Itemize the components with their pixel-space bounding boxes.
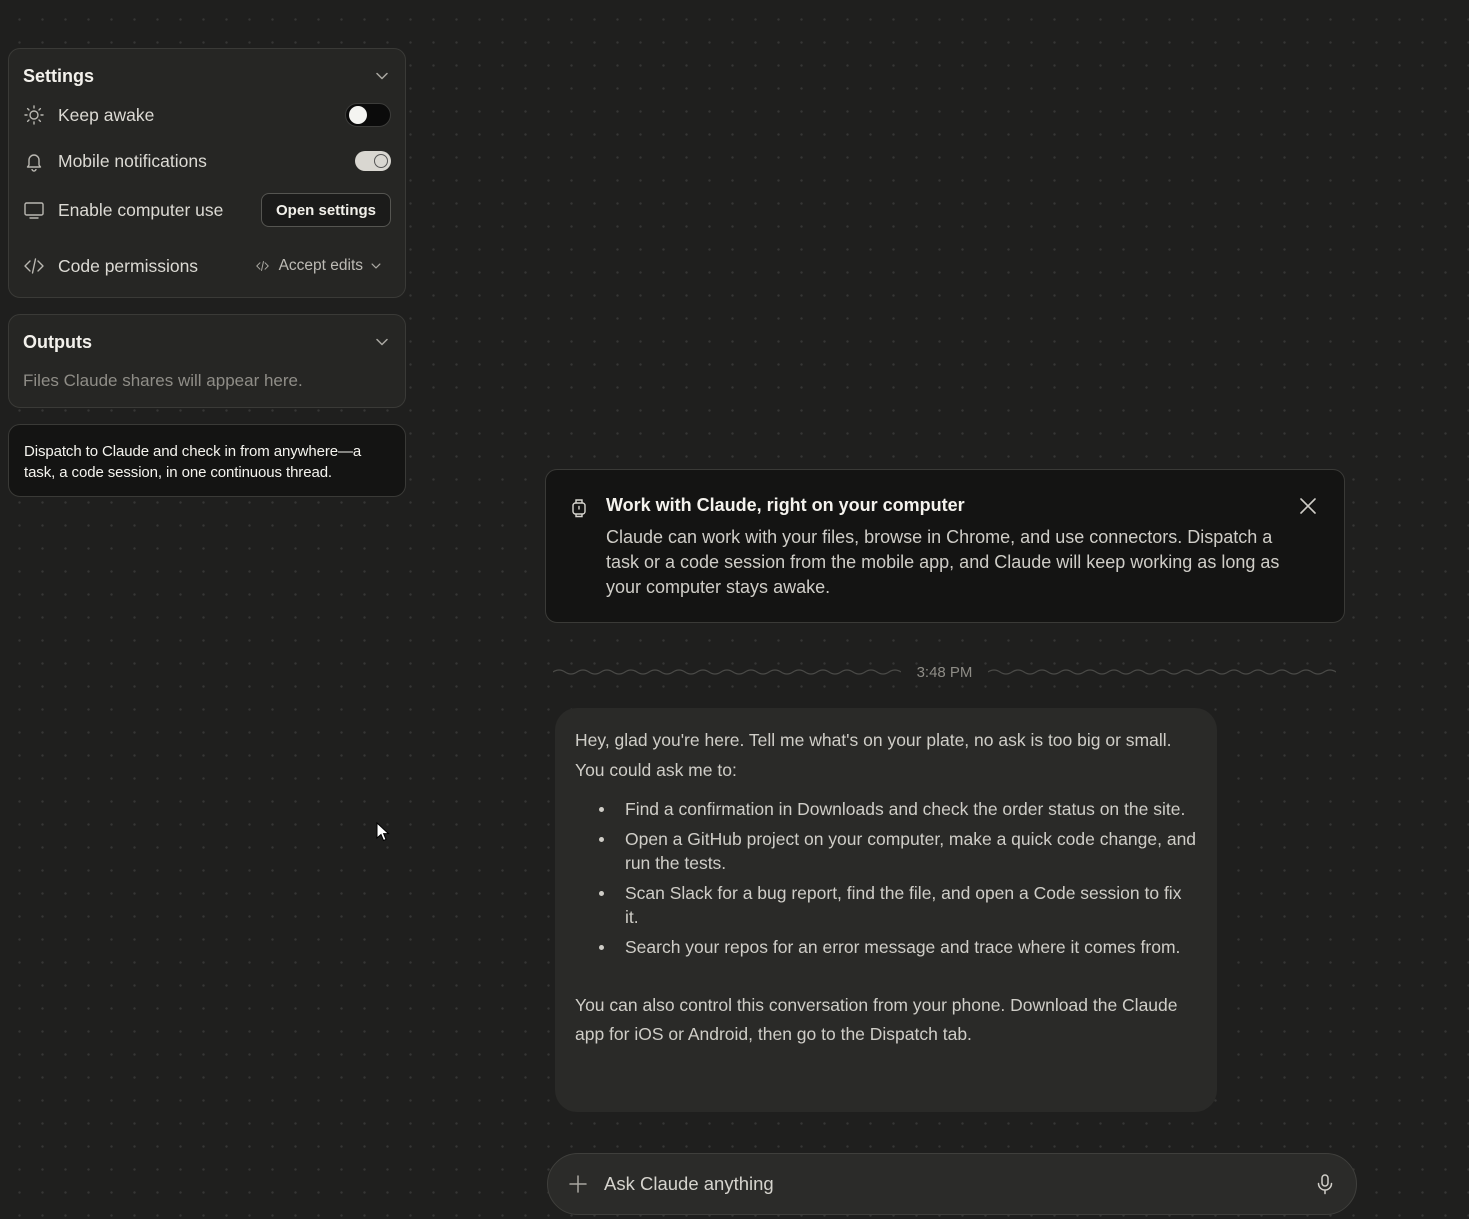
chevron-down-icon[interactable] (373, 333, 391, 351)
composer-input[interactable]: Ask Claude anything (604, 1173, 1314, 1195)
code-permissions-label: Code permissions (58, 255, 199, 276)
microphone-icon[interactable] (1314, 1173, 1336, 1195)
outputs-empty-text: Files Claude shares will appear here. (23, 371, 303, 390)
monitor-icon (24, 202, 44, 219)
sun-icon (24, 105, 44, 125)
chevron-down-icon[interactable] (373, 67, 391, 85)
chevron-down-icon (371, 263, 381, 269)
composer[interactable]: Ask Claude anything (547, 1153, 1357, 1215)
wavy-divider (988, 669, 1336, 675)
suggestion-list: Find a confirmation in Downloads and che… (599, 797, 1197, 959)
plus-icon[interactable] (568, 1174, 588, 1194)
mouse-cursor-icon (376, 822, 390, 842)
computer-use-label: Enable computer use (58, 199, 224, 220)
code-permissions-select[interactable]: Accept edits (254, 257, 383, 275)
info-banner: Work with Claude, right on your computer… (545, 469, 1345, 623)
outputs-header[interactable]: Outputs (23, 331, 391, 353)
mobile-notifications-row: Mobile notifications (23, 146, 391, 176)
time-separator: 3:48 PM (553, 660, 1336, 684)
keep-awake-label: Keep awake (58, 104, 155, 125)
mobile-notifications-label: Mobile notifications (58, 150, 207, 171)
bell-icon (26, 154, 42, 172)
list-item: Scan Slack for a bug report, find the fi… (599, 881, 1197, 929)
banner-title: Work with Claude, right on your computer (606, 495, 965, 515)
computer-use-row: Enable computer use Open settings (23, 193, 391, 227)
settings-title: Settings (23, 65, 95, 86)
banner-text: Claude can work with your files, browse … (606, 527, 1280, 597)
keep-awake-toggle[interactable] (345, 103, 391, 127)
assistant-message: Hey, glad you're here. Tell me what's on… (555, 708, 1217, 1112)
settings-panel: Settings Keep awake Mobile notifications (8, 48, 406, 298)
close-icon[interactable] (1298, 496, 1318, 516)
toggle-knob (374, 154, 388, 168)
keep-awake-row: Keep awake (23, 100, 391, 130)
list-item: Search your repos for an error message a… (599, 935, 1197, 959)
mobile-notifications-toggle[interactable] (355, 151, 391, 171)
code-permissions-row: Code permissions Accept edits (23, 251, 391, 281)
message-outro: You can also control this conversation f… (575, 995, 1178, 1044)
watch-icon (572, 499, 586, 518)
code-permissions-value: Accept edits (278, 257, 363, 274)
toggle-knob (349, 106, 367, 124)
code-icon (255, 261, 269, 271)
open-settings-button[interactable]: Open settings (260, 193, 391, 227)
outputs-title: Outputs (23, 331, 92, 352)
dispatch-hint: Dispatch to Claude and check in from any… (8, 424, 406, 497)
list-item: Open a GitHub project on your computer, … (599, 829, 1197, 873)
code-icon (24, 258, 44, 274)
message-intro: Hey, glad you're here. Tell me what's on… (575, 730, 1172, 780)
list-item: Find a confirmation in Downloads and che… (599, 797, 1197, 821)
settings-header[interactable]: Settings (23, 65, 391, 87)
outputs-panel: Outputs Files Claude shares will appear … (8, 314, 406, 408)
